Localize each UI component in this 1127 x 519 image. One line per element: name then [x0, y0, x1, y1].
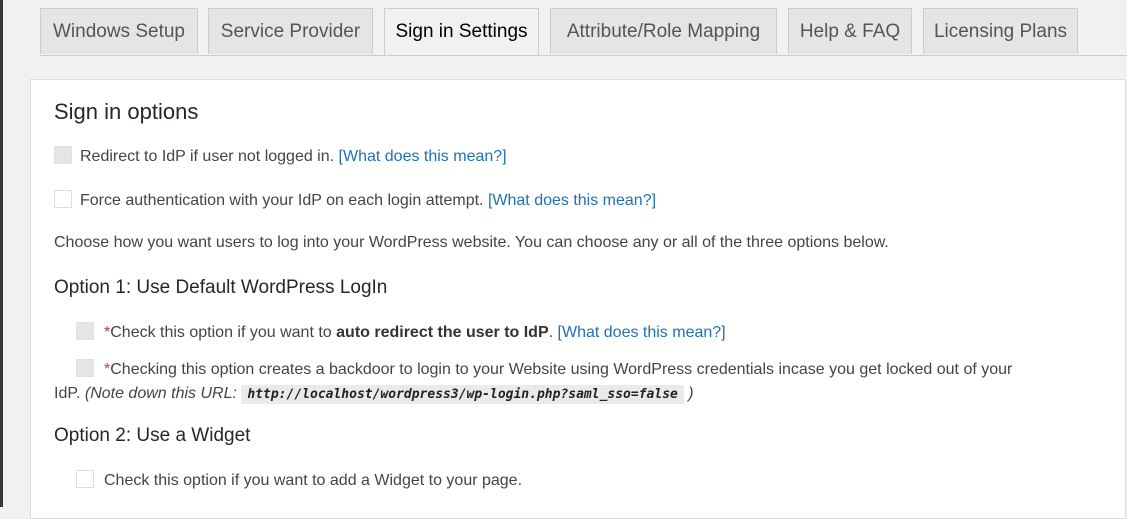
section-title: Sign in options: [54, 99, 199, 124]
tab-windows-setup[interactable]: Windows Setup: [40, 8, 198, 54]
tab-sign-in-settings[interactable]: Sign in Settings: [384, 8, 539, 55]
tab-service-provider[interactable]: Service Provider: [208, 8, 373, 54]
option2-title: Option 2: Use a Widget: [54, 425, 251, 446]
auto-redirect-pre: Check this option if you want to: [110, 324, 332, 341]
tab-licensing-plans[interactable]: Licensing Plans: [923, 8, 1078, 54]
backdoor-url: http://localhost/wordpress3/wp-login.php…: [241, 385, 684, 404]
backdoor-note-end: ): [688, 385, 694, 402]
widget-checkbox[interactable]: [76, 470, 94, 488]
redirect-option-row: Redirect to IdP if user not logged in. […: [54, 146, 507, 166]
tab-attribute-role-mapping[interactable]: Attribute/Role Mapping: [550, 8, 777, 54]
auto-redirect-post: .: [548, 324, 554, 341]
auto-redirect-checkbox[interactable]: [76, 322, 94, 340]
option1-title: Option 1: Use Default WordPress LogIn: [54, 277, 388, 298]
force-auth-help-link[interactable]: [What does this mean?]: [488, 192, 656, 209]
backdoor-note: (Note down this URL:: [84, 385, 237, 402]
auto-redirect-bold: auto redirect the user to IdP: [336, 324, 549, 341]
force-auth-option-row: Force authentication with your IdP on ea…: [54, 190, 656, 210]
admin-sidebar-edge: [0, 0, 3, 507]
backdoor-option-row: *Checking this option creates a backdoor…: [54, 358, 1114, 407]
widget-option-row: Check this option if you want to add a W…: [76, 470, 522, 490]
widget-label: Check this option if you want to add a W…: [104, 472, 523, 489]
tab-help-faq[interactable]: Help & FAQ: [788, 8, 912, 54]
backdoor-idp: IdP.: [54, 385, 81, 402]
login-choice-intro: Choose how you want users to log into yo…: [54, 234, 889, 251]
redirect-help-link[interactable]: [What does this mean?]: [339, 148, 507, 165]
redirect-label: Redirect to IdP if user not logged in.: [80, 148, 335, 165]
redirect-to-idp-checkbox[interactable]: [54, 146, 72, 164]
settings-tabs: Windows Setup Service Provider Sign in S…: [40, 8, 1127, 56]
auto-redirect-option-row: *Check this option if you want to auto r…: [76, 322, 726, 342]
auto-redirect-help-link[interactable]: [What does this mean?]: [558, 324, 726, 341]
backdoor-checkbox[interactable]: [76, 359, 94, 377]
backdoor-text: Checking this option creates a backdoor …: [110, 361, 1013, 378]
force-auth-label: Force authentication with your IdP on ea…: [80, 192, 484, 209]
sign-in-settings-panel: Sign in options Redirect to IdP if user …: [30, 79, 1126, 519]
force-authentication-checkbox[interactable]: [54, 190, 72, 208]
